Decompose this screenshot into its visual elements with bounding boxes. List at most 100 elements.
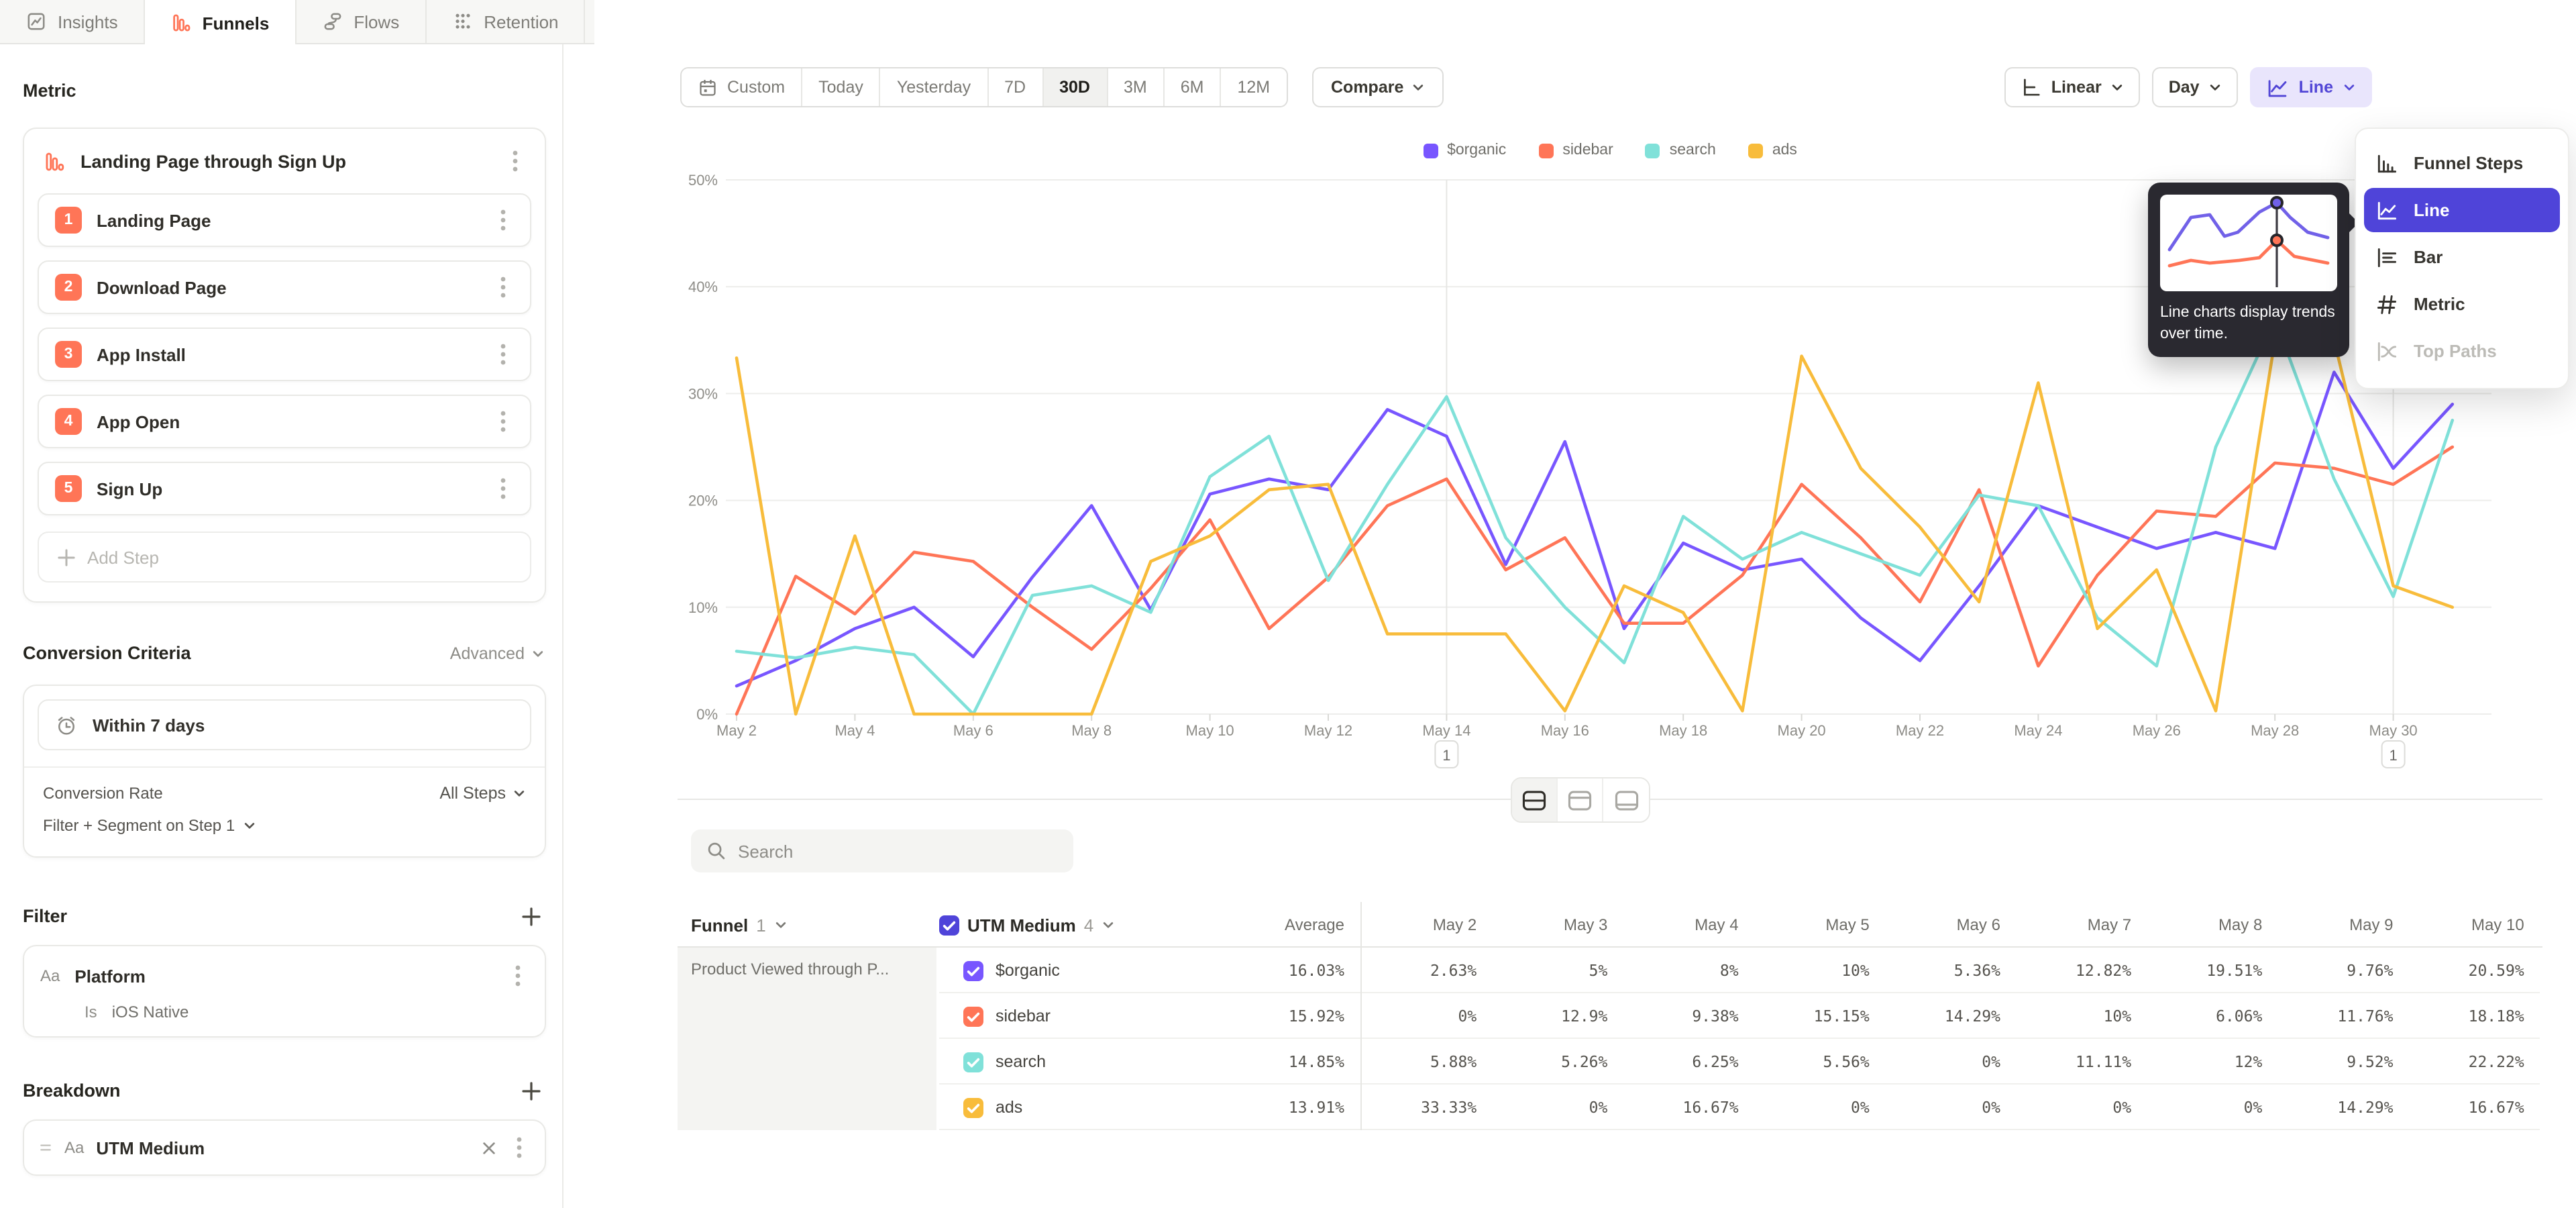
kebab-menu-icon[interactable] [492, 340, 514, 369]
range-custom[interactable]: Custom [682, 68, 802, 106]
tab-flows[interactable]: Flows [296, 0, 426, 43]
granularity-label: Day [2169, 78, 2200, 97]
funnel-step-row[interactable]: 1 Landing Page [38, 193, 531, 247]
kebab-menu-icon[interactable] [507, 961, 529, 991]
menu-item-bar[interactable]: Bar [2364, 235, 2560, 279]
funnel-step-row[interactable]: 5 Sign Up [38, 462, 531, 515]
add-filter-button[interactable] [522, 907, 541, 925]
legend-item[interactable]: search [1646, 142, 1716, 158]
filter-property[interactable]: Platform [74, 966, 492, 986]
range-7d[interactable]: 7D [988, 68, 1043, 106]
funnel-step-row[interactable]: 3 App Install [38, 328, 531, 381]
table-cell: 12.82% [2017, 961, 2147, 980]
range-yesterday[interactable]: Yesterday [881, 68, 988, 106]
select-all-checkbox[interactable] [939, 915, 959, 935]
tab-retention[interactable]: Retention [426, 0, 585, 43]
series-name: sidebar [996, 1007, 1051, 1025]
add-breakdown-button[interactable] [522, 1081, 541, 1100]
series-cell: ads13.91% [939, 1085, 1362, 1130]
granularity-dropdown[interactable]: Day [2153, 67, 2239, 107]
chart-type-label: Line [2299, 78, 2333, 97]
average-column-header[interactable]: Average [1285, 915, 1344, 934]
legend-item[interactable]: ads [1748, 142, 1797, 158]
x-axis-label: May 20 [1778, 722, 1826, 739]
compare-label: Compare [1331, 78, 1403, 97]
series-checkbox[interactable] [963, 1052, 983, 1072]
range-12m[interactable]: 12M [1222, 68, 1287, 106]
chart-type-dropdown[interactable]: Line [2251, 67, 2372, 107]
menu-item-funnel-steps[interactable]: Funnel Steps [2364, 141, 2560, 185]
series-cell: sidebar15.92% [939, 993, 1362, 1039]
add-step-button[interactable]: Add Step [38, 532, 531, 583]
date-column-header[interactable]: May 6 [1886, 915, 2017, 934]
date-column-header[interactable]: May 5 [1755, 915, 1886, 934]
kebab-menu-icon[interactable] [492, 407, 514, 436]
layout-chart-button[interactable] [1558, 778, 1603, 821]
breakdown-card[interactable]: Aa UTM Medium [23, 1119, 546, 1176]
funnel-step-row[interactable]: 2 Download Page [38, 260, 531, 314]
date-column-header[interactable]: May 2 [1362, 915, 1493, 934]
range-today[interactable]: Today [802, 68, 881, 106]
filter-card: Aa Platform Is iOS Native [23, 945, 546, 1038]
range-6m[interactable]: 6M [1165, 68, 1222, 106]
report-tabbar: Insights Funnels Flows Retention [0, 0, 594, 44]
kebab-menu-icon[interactable] [492, 474, 514, 503]
scale-dropdown[interactable]: Linear [2004, 67, 2141, 107]
kebab-menu-icon[interactable] [508, 1133, 530, 1162]
menu-item-top-paths[interactable]: Top Paths [2364, 329, 2560, 373]
chart-type-menu: Funnel Steps Line Bar Metric Top Paths [2355, 128, 2569, 389]
search-input[interactable] [691, 829, 1073, 872]
menu-item-line[interactable]: Line [2364, 188, 2560, 232]
top-paths-icon [2375, 339, 2399, 363]
kebab-menu-icon[interactable] [504, 146, 526, 176]
series-line-search[interactable] [737, 319, 2453, 714]
range-30d[interactable]: 30D [1043, 68, 1108, 106]
date-column-header[interactable]: May 8 [2147, 915, 2278, 934]
series-cell: $organic16.03% [939, 948, 1362, 993]
conversion-window-button[interactable]: Within 7 days [38, 699, 531, 750]
menu-item-metric[interactable]: Metric [2364, 282, 2560, 326]
x-axis-label: May 2 [716, 722, 757, 739]
funnel-step-row[interactable]: 4 App Open [38, 395, 531, 448]
drag-handle-icon[interactable] [39, 1141, 52, 1154]
layout-split-button[interactable] [1512, 778, 1558, 821]
string-type-icon: Aa [64, 1138, 84, 1157]
series-checkbox[interactable] [963, 1006, 983, 1026]
legend-item[interactable]: $organic [1423, 142, 1506, 158]
tab-funnels[interactable]: Funnels [145, 0, 297, 46]
filter-operator[interactable]: Is [85, 1003, 97, 1021]
funnel-column-dropdown[interactable]: Funnel 1 [678, 915, 939, 935]
table-cell: 11.11% [2017, 1052, 2147, 1071]
filter-segment-dropdown[interactable]: Filter + Segment on Step 1 [38, 803, 531, 851]
retention-icon [451, 11, 473, 32]
filter-value[interactable]: iOS Native [112, 1003, 189, 1021]
breakdown-property[interactable]: UTM Medium [96, 1138, 470, 1158]
date-column-header[interactable]: May 3 [1493, 915, 1623, 934]
range-label: 12M [1238, 78, 1271, 97]
remove-breakdown-icon[interactable] [482, 1140, 496, 1155]
date-column-header[interactable]: May 9 [2278, 915, 2409, 934]
layout-table-button[interactable] [1603, 778, 1649, 821]
series-checkbox[interactable] [963, 960, 983, 980]
legend-item[interactable]: sidebar [1538, 142, 1613, 158]
funnels-report-page: Insights Funnels Flows Retention Metric [0, 0, 2576, 1208]
range-3m[interactable]: 3M [1108, 68, 1165, 106]
table-cell: 19.51% [2147, 961, 2278, 980]
date-column-header[interactable]: May 7 [2017, 915, 2147, 934]
funnel-metric-header[interactable]: Landing Page through Sign Up [24, 129, 545, 193]
kebab-menu-icon[interactable] [492, 205, 514, 235]
legend-label: ads [1772, 142, 1797, 158]
y-axis-label: 30% [688, 385, 718, 402]
date-column-header[interactable]: May 4 [1623, 915, 1754, 934]
series-checkbox[interactable] [963, 1097, 983, 1117]
advanced-dropdown[interactable]: Advanced [450, 644, 545, 662]
kebab-menu-icon[interactable] [492, 272, 514, 302]
line-chart-tooltip: Line charts display trends over time. [2148, 183, 2349, 357]
row-group-cell[interactable]: Product Viewed through P... [678, 948, 936, 1130]
compare-button[interactable]: Compare [1312, 67, 1444, 107]
date-column-header[interactable]: May 10 [2410, 915, 2540, 934]
all-steps-dropdown[interactable]: All Steps [439, 784, 526, 803]
breakdown-column-label[interactable]: UTM Medium [967, 915, 1076, 935]
menu-item-label: Top Paths [2414, 341, 2497, 361]
tab-insights[interactable]: Insights [0, 0, 145, 43]
